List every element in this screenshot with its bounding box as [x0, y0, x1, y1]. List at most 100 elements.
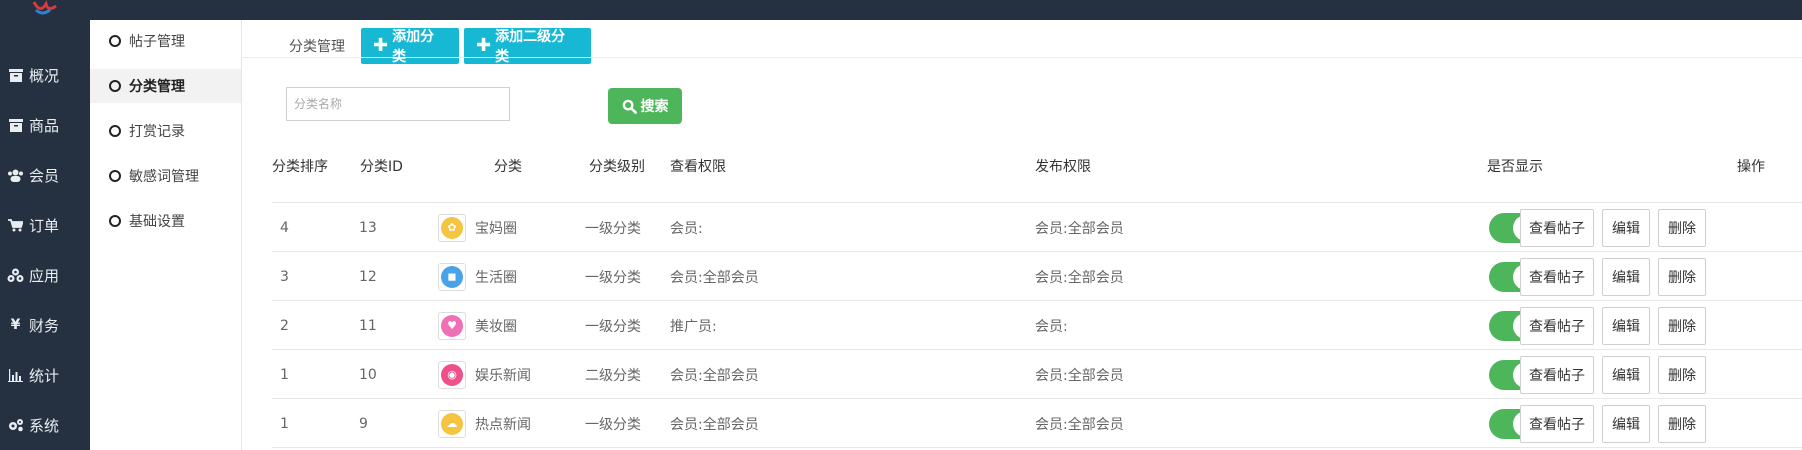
category-icon: ☁	[441, 412, 463, 435]
publish-permission-cell: 会员:全部会员	[1035, 367, 1124, 384]
page-crumb[interactable]: 分类管理	[289, 36, 345, 56]
category-name: 娱乐新闻	[475, 367, 531, 384]
view-permission-cell: 会员:全部会员	[670, 269, 759, 286]
level-cell: 二级分类	[585, 367, 641, 384]
column-header: 分类	[494, 159, 522, 175]
main-panel: 分类管理 ✚ 添加分类 ✚ 添加二级分类 搜索 分类排序分类ID分类分类级别查看…	[242, 20, 1802, 450]
nav-item-1[interactable]: 商品	[0, 110, 90, 140]
delete-button[interactable]: 删除	[1658, 258, 1706, 296]
level-cell: 一级分类	[585, 416, 641, 433]
left-nav: 概况商品会员订单应用 ¥ 财务统计系统	[0, 20, 90, 450]
circle-icon	[109, 215, 121, 227]
view-permission-cell: 会员:全部会员	[670, 416, 759, 433]
id-cell: 13	[359, 219, 377, 236]
sub-nav-item-1[interactable]: 分类管理	[90, 69, 241, 103]
circle-icon	[109, 170, 121, 182]
id-cell: 9	[359, 415, 368, 432]
category-name: 热点新闻	[475, 416, 531, 433]
add-category-button[interactable]: ✚ 添加分类	[361, 28, 459, 65]
delete-button[interactable]: 删除	[1658, 405, 1706, 443]
category-icon: ✿	[441, 216, 463, 239]
sub-nav-label: 分类管理	[129, 79, 185, 95]
category-name-input[interactable]	[286, 87, 510, 121]
cart-icon	[7, 217, 24, 233]
view-permission-cell: 会员:	[670, 220, 703, 237]
sub-nav-label: 基础设置	[129, 214, 185, 230]
edit-button[interactable]: 编辑	[1602, 209, 1650, 247]
plus-icon: ✚	[476, 35, 492, 56]
id-cell: 12	[359, 268, 377, 285]
circle-icon	[109, 80, 121, 92]
nav-item-3[interactable]: 订单	[0, 210, 90, 240]
sub-nav-label: 敏感词管理	[129, 169, 199, 185]
column-header: 操作	[1737, 159, 1765, 175]
add-sub-category-label: 添加二级分类	[495, 29, 566, 65]
view-posts-button[interactable]: 查看帖子	[1520, 356, 1594, 394]
archive-icon	[7, 117, 24, 133]
nav-item-4[interactable]: 应用	[0, 260, 90, 290]
nav-item-label: 应用	[29, 266, 60, 285]
column-header: 是否显示	[1487, 159, 1543, 175]
sub-nav-item-0[interactable]: 帖子管理	[90, 24, 241, 58]
category-icon: ♥	[441, 314, 463, 337]
circle-icon	[109, 125, 121, 137]
nav-item-6[interactable]: 统计	[0, 360, 90, 390]
table-row: 1 10 ◉ 娱乐新闻 二级分类 会员:全部会员 会员:全部会员 查看帖子 编辑 删除	[272, 349, 1802, 398]
category-cell: ☁ 热点新闻	[438, 399, 531, 448]
tabs-divider	[242, 57, 1802, 58]
edit-button[interactable]: 编辑	[1602, 307, 1650, 345]
logo-icon	[32, 0, 57, 15]
sub-nav-item-2[interactable]: 打赏记录	[90, 114, 241, 148]
search-button[interactable]: 搜索	[608, 88, 682, 124]
nav-item-2[interactable]: 会员	[0, 160, 90, 190]
delete-button[interactable]: 删除	[1658, 307, 1706, 345]
view-permission-cell: 会员:全部会员	[670, 367, 759, 384]
sort-cell: 1	[280, 366, 289, 383]
sub-nav-item-3[interactable]: 敏感词管理	[90, 159, 241, 193]
category-thumbnail: ♥	[438, 311, 466, 340]
sub-nav-item-4[interactable]: 基础设置	[90, 204, 241, 238]
category-cell: ◉ 娱乐新闻	[438, 350, 531, 399]
column-header: 查看权限	[670, 159, 726, 175]
nav-item-label: 财务	[29, 316, 60, 335]
search-label: 搜索	[640, 99, 669, 115]
nav-item-7[interactable]: 系统	[0, 410, 90, 440]
view-posts-button[interactable]: 查看帖子	[1520, 307, 1594, 345]
nav-item-label: 订单	[29, 216, 60, 235]
category-thumbnail: ✿	[438, 213, 466, 242]
edit-button[interactable]: 编辑	[1602, 405, 1650, 443]
edit-button[interactable]: 编辑	[1602, 258, 1650, 296]
archive-icon	[7, 67, 24, 83]
view-permission-cell: 推广员:	[670, 318, 717, 335]
edit-button[interactable]: 编辑	[1602, 356, 1650, 394]
search-icon	[622, 99, 637, 114]
add-sub-category-button[interactable]: ✚ 添加二级分类	[464, 28, 591, 65]
category-cell: ♥ 美妆圈	[438, 301, 517, 350]
top-bar	[0, 0, 1802, 20]
view-posts-button[interactable]: 查看帖子	[1520, 258, 1594, 296]
category-name: 美妆圈	[475, 318, 517, 335]
view-posts-button[interactable]: 查看帖子	[1520, 209, 1594, 247]
column-header: 发布权限	[1035, 159, 1091, 175]
column-header: 分类排序	[272, 159, 328, 175]
add-category-label: 添加分类	[392, 29, 435, 65]
nav-item-5[interactable]: ¥ 财务	[0, 310, 90, 340]
sub-nav-label: 打赏记录	[129, 124, 185, 140]
category-name: 生活圈	[475, 269, 517, 286]
yen-icon: ¥	[10, 317, 21, 333]
column-header: 分类级别	[589, 159, 645, 175]
level-cell: 一级分类	[585, 220, 641, 237]
level-cell: 一级分类	[585, 318, 641, 335]
view-posts-button[interactable]: 查看帖子	[1520, 405, 1594, 443]
delete-button[interactable]: 删除	[1658, 356, 1706, 394]
category-cell: ◼ 生活圈	[438, 252, 517, 301]
sort-cell: 3	[280, 268, 289, 285]
delete-button[interactable]: 删除	[1658, 209, 1706, 247]
sub-nav: 帖子管理分类管理打赏记录敏感词管理基础设置	[90, 20, 242, 450]
nav-item-label: 会员	[29, 166, 60, 185]
category-icon: ◉	[441, 363, 463, 386]
nav-item-label: 商品	[29, 116, 60, 135]
nav-item-0[interactable]: 概况	[0, 60, 90, 90]
table-row: 2 11 ♥ 美妆圈 一级分类 推广员: 会员: 查看帖子 编辑 删除	[272, 300, 1802, 349]
nav-item-label: 概况	[29, 66, 60, 85]
